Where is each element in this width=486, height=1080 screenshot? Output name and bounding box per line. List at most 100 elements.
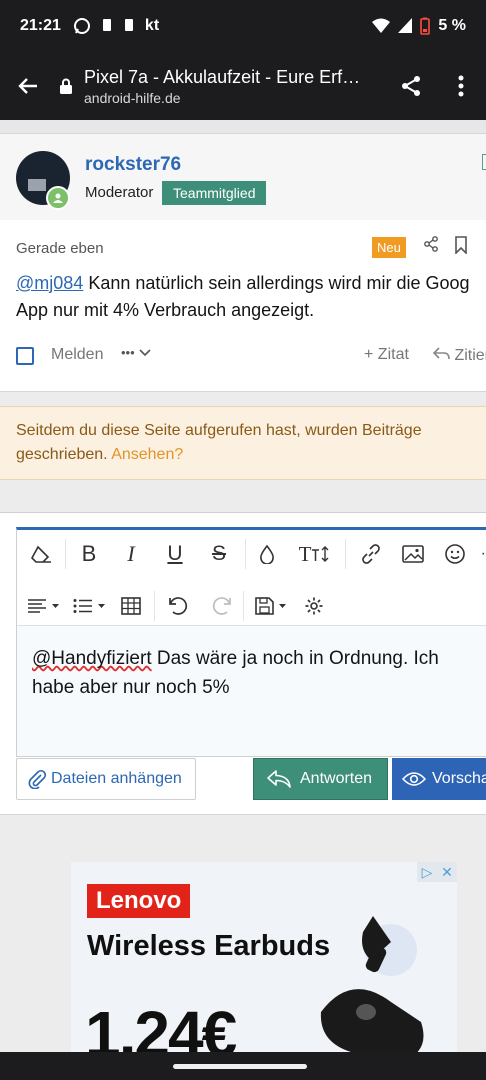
droplet-icon <box>260 544 274 564</box>
strikethrough-button[interactable]: S <box>203 536 235 572</box>
link-icon <box>362 544 380 564</box>
table-icon <box>121 597 141 615</box>
text-size-icon: T <box>298 541 312 566</box>
notice-text: Seitdem du diese Seite aufgerufen hast, … <box>16 422 422 463</box>
address-area[interactable]: Pixel 7a - Akkulaufzeit - Eure Erf… andr… <box>84 67 386 106</box>
new-badge: Neu <box>372 237 406 258</box>
more-dots: ••• <box>121 345 135 360</box>
redo-icon <box>212 597 231 615</box>
eye-icon <box>402 772 426 786</box>
page-url: android-hilfe.de <box>84 89 181 106</box>
battery-icon <box>420 17 431 35</box>
notification-icon-2 <box>124 19 133 31</box>
system-nav-bar <box>0 1052 486 1080</box>
more-tools-button[interactable]: ·· <box>475 536 486 572</box>
reply-quote-label: Zitieren <box>454 347 486 364</box>
underline-icon: U <box>167 542 183 565</box>
color-button[interactable] <box>253 536 281 572</box>
preview-button[interactable]: Vorschau <box>392 758 486 800</box>
share-icon <box>402 76 420 96</box>
undo-button[interactable] <box>163 588 193 624</box>
battery-percent: 5 % <box>438 17 466 34</box>
arrow-left-icon <box>18 78 37 94</box>
post-author: rockster76 Moderator Teammitglied <box>0 134 486 220</box>
reply-quote-link[interactable]: Zitieren <box>432 346 486 365</box>
browser-toolbar: Pixel 7a - Akkulaufzeit - Eure Erf… andr… <box>0 52 486 120</box>
post-mention-link[interactable]: @mj084 <box>16 273 83 293</box>
ad-banner[interactable]: ▷ ✕ Lenovo Wireless Earbuds 1,24€ <box>71 862 457 1062</box>
align-left-icon <box>28 599 59 613</box>
select-checkbox[interactable] <box>16 347 34 365</box>
post-body: @mj084 Kann natürlich sein allerdings wi… <box>16 270 486 324</box>
lock-icon <box>60 78 72 94</box>
status-time: 21:21 <box>20 17 61 34</box>
post-actions: Melden ••• + Zitat Zitieren <box>16 344 486 368</box>
bookmark-button[interactable] <box>454 236 468 259</box>
new-posts-notice: Seitdem du diese Seite aufgerufen hast, … <box>0 406 486 480</box>
post-time[interactable]: Gerade eben <box>16 240 104 257</box>
share-icon <box>424 236 438 252</box>
italic-button[interactable]: I <box>115 536 147 572</box>
author-role: Moderator <box>85 184 154 201</box>
settings-button[interactable] <box>299 588 329 624</box>
ad-area: ▷ ✕ Lenovo Wireless Earbuds 1,24€ <box>0 814 486 1080</box>
quote-link[interactable]: + Zitat <box>364 346 409 364</box>
drafts-button[interactable] <box>253 588 289 624</box>
clear-format-button[interactable] <box>25 536 57 572</box>
post-message: Gerade eben Neu @mj084 Kann natürlich se… <box>0 220 486 392</box>
reply-button[interactable]: Antworten <box>253 758 388 800</box>
post-text-line2: App nur mit 4% Verbrauch angezeigt. <box>16 300 315 320</box>
edge-indicator <box>482 154 486 170</box>
align-button[interactable] <box>25 588 63 624</box>
redo-button[interactable] <box>207 588 237 624</box>
rich-text-editor: B I U S T ·· <box>16 527 486 757</box>
attach-files-label: Dateien anhängen <box>51 770 182 787</box>
mention-text: @Handyfiziert <box>32 648 152 669</box>
notice-view-link[interactable]: Ansehen? <box>111 446 183 463</box>
bold-icon: B <box>81 541 97 566</box>
reply-label: Antworten <box>300 770 373 787</box>
link-button[interactable] <box>355 536 387 572</box>
paperclip-icon <box>28 769 47 789</box>
bold-button[interactable]: B <box>73 536 105 572</box>
ad-choices[interactable]: ▷ ✕ <box>417 862 457 882</box>
report-link[interactable]: Melden <box>51 346 103 364</box>
attach-files-button[interactable]: Dateien anhängen <box>16 758 196 800</box>
home-gesture-handle[interactable] <box>173 1064 307 1069</box>
italic-icon: I <box>127 541 135 566</box>
back-button[interactable] <box>0 75 56 97</box>
share-button[interactable] <box>386 74 436 98</box>
notification-icon <box>102 19 111 31</box>
gear-icon <box>305 597 323 615</box>
divider-strip <box>0 120 486 134</box>
post-share-button[interactable] <box>423 236 439 257</box>
save-icon <box>255 597 286 615</box>
reply-icon <box>267 770 291 788</box>
underline-button[interactable]: U <box>159 536 191 572</box>
smiley-icon <box>445 544 465 564</box>
list-icon <box>73 599 105 613</box>
eraser-icon <box>31 545 51 563</box>
page-title: Pixel 7a - Akkulaufzeit - Eure Erf… <box>84 66 361 87</box>
close-icon[interactable]: ✕ <box>437 862 457 882</box>
editor-toolbar: B I U S T ·· <box>17 530 486 626</box>
image-button[interactable] <box>397 536 429 572</box>
author-name[interactable]: rockster76 <box>85 154 181 176</box>
emoji-button[interactable] <box>439 536 471 572</box>
reply-form: B I U S T ·· <box>0 512 486 814</box>
carrier-label: kt <box>144 17 160 34</box>
preview-label: Vorschau <box>432 770 486 787</box>
undo-icon <box>169 597 188 615</box>
status-bar: 21:21 kt 5 % <box>0 0 486 52</box>
table-button[interactable] <box>117 588 145 624</box>
wifi-icon <box>372 18 391 33</box>
whatsapp-icon <box>73 18 90 34</box>
bookmark-icon <box>455 236 467 255</box>
more-options-button[interactable]: ••• <box>121 344 151 362</box>
reply-icon <box>432 347 450 360</box>
message-input[interactable]: @Handyfiziert Das wäre ja noch in Ordnun… <box>32 644 482 702</box>
menu-button[interactable] <box>436 75 486 97</box>
text-size-button[interactable]: T <box>291 536 339 572</box>
adchoices-icon[interactable]: ▷ <box>417 862 437 882</box>
list-button[interactable] <box>71 588 109 624</box>
